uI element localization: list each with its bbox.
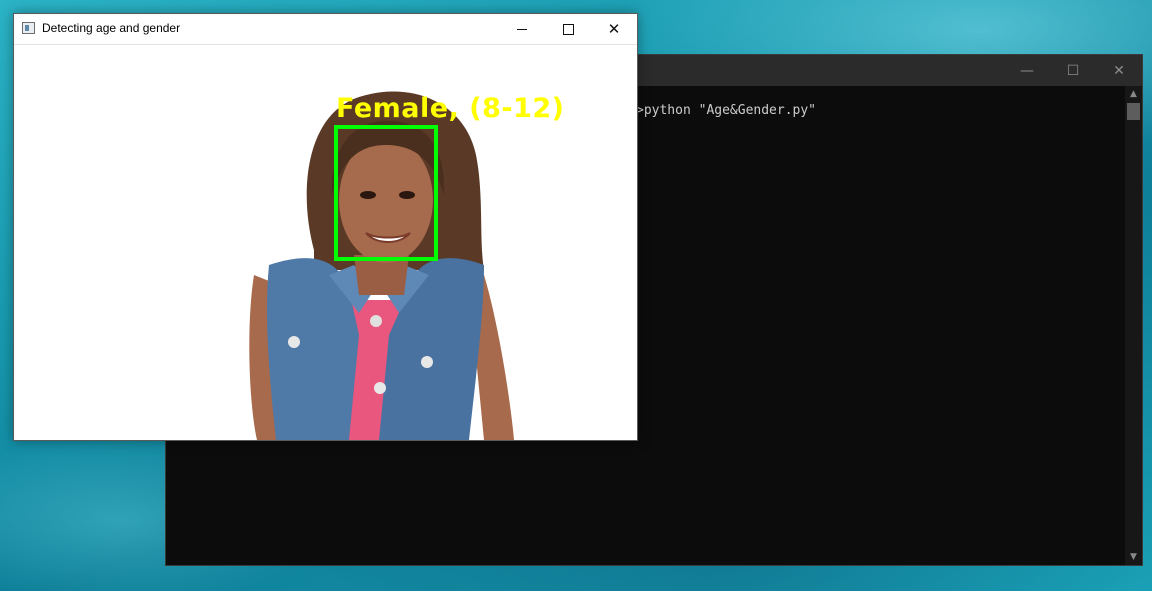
detection-window-controls: ✕	[499, 14, 637, 44]
maximize-icon	[562, 23, 574, 35]
console-minimize-button[interactable]: —	[1004, 55, 1050, 86]
app-window-icon	[22, 22, 35, 34]
detection-window[interactable]: Detecting age and gender ✕ Female, (8-12…	[13, 13, 638, 441]
console-close-button[interactable]: ✕	[1096, 55, 1142, 86]
detection-label: Female, (8-12)	[336, 93, 565, 124]
scroll-up-arrow-icon[interactable]: ▲	[1125, 86, 1142, 102]
console-window-controls: — ☐ ✕	[1004, 55, 1142, 86]
desktop-background: — ☐ ✕ >python "Age&Gender.py" ▲ ▼ Detect…	[0, 0, 1152, 591]
minimize-icon	[517, 28, 527, 30]
close-button[interactable]: ✕	[591, 14, 637, 44]
photo-canvas: Female, (8-12)	[14, 45, 637, 440]
minimize-button[interactable]	[499, 14, 545, 44]
detection-window-titlebar[interactable]: Detecting age and gender ✕	[14, 14, 637, 45]
window-title: Detecting age and gender	[42, 21, 181, 35]
scroll-down-arrow-icon[interactable]: ▼	[1125, 549, 1142, 565]
console-scrollbar[interactable]: ▲ ▼	[1125, 86, 1142, 565]
maximize-button[interactable]	[545, 14, 591, 44]
console-maximize-button[interactable]: ☐	[1050, 55, 1096, 86]
console-command-line: >python "Age&Gender.py"	[636, 103, 817, 118]
scrollbar-thumb[interactable]	[1127, 103, 1140, 120]
